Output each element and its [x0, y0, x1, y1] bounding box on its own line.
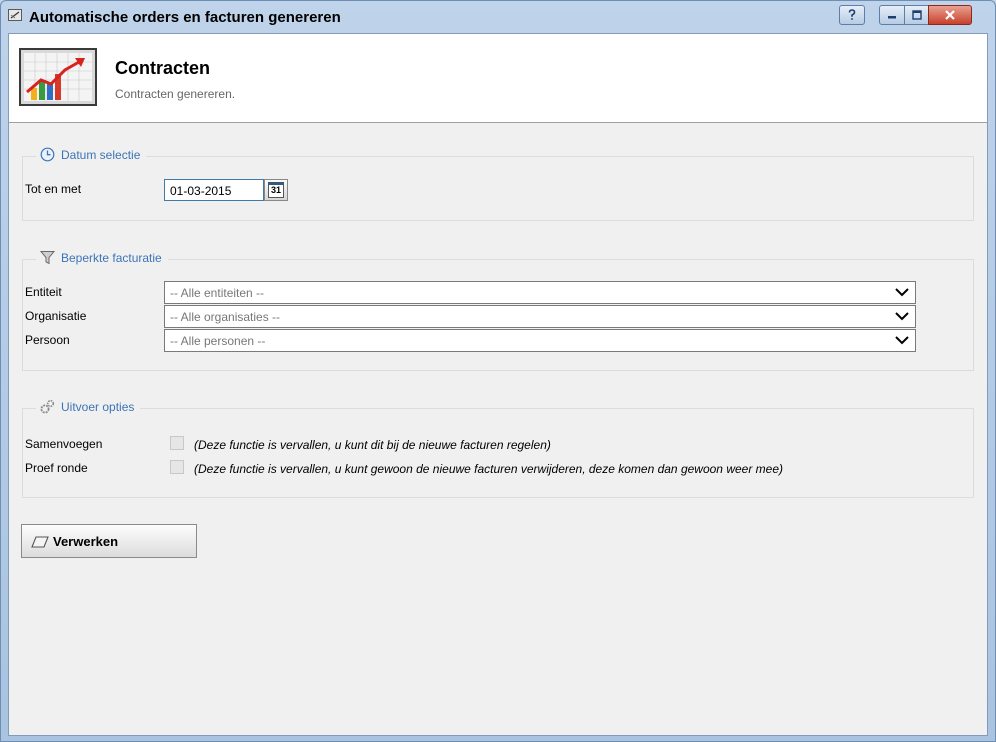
persoon-value: -- Alle personen -- [170, 334, 266, 348]
close-button[interactable] [928, 5, 972, 25]
proef-ronde-note: (Deze functie is vervallen, u kunt gewoo… [194, 462, 783, 476]
datum-selectie-legend: Datum selectie [36, 147, 147, 162]
eraser-icon [31, 536, 49, 548]
uitvoer-opties-title: Uitvoer opties [61, 399, 135, 414]
page-title: Contracten [115, 58, 211, 78]
proef-ronde-label: Proef ronde [25, 461, 88, 475]
organisatie-select[interactable]: -- Alle organisaties -- [164, 305, 916, 328]
page-subtitle: Contracten genereren. [115, 87, 236, 101]
beperkte-facturatie-title: Beperkte facturatie [61, 250, 162, 265]
datum-selectie-title: Datum selectie [61, 147, 141, 162]
beperkte-facturatie-legend: Beperkte facturatie [36, 250, 168, 265]
chevron-down-icon [895, 312, 909, 321]
minimize-icon [888, 16, 896, 19]
app-icon [8, 9, 22, 21]
maximize-button[interactable] [904, 5, 929, 25]
chart-icon [19, 48, 97, 106]
verwerken-button[interactable]: Verwerken [21, 524, 197, 558]
window-title: Automatische orders en facturen generere… [29, 9, 341, 26]
samenvoegen-note: (Deze functie is vervallen, u kunt dit b… [194, 438, 551, 452]
chevron-down-icon [895, 336, 909, 345]
page-header: Contracten Contracten genereren. [9, 34, 987, 123]
gears-icon [40, 399, 55, 414]
tot-en-met-label: Tot en met [25, 182, 82, 196]
calendar-button[interactable]: 31 [264, 179, 288, 201]
chevron-down-icon [895, 288, 909, 297]
funnel-icon [39, 250, 56, 265]
help-button[interactable] [839, 5, 865, 25]
entiteit-select[interactable]: -- Alle entiteiten -- [164, 281, 916, 304]
samenvoegen-label: Samenvoegen [25, 437, 103, 451]
organisatie-label: Organisatie [25, 309, 87, 323]
uitvoer-opties-legend: Uitvoer opties [36, 399, 141, 414]
maximize-icon [911, 10, 922, 20]
date-input[interactable]: 01-03-2015 [164, 179, 264, 201]
proef-ronde-checkbox[interactable] [170, 460, 184, 474]
uitvoer-opties-group: Uitvoer opties [22, 399, 974, 498]
clock-icon [40, 147, 55, 162]
title-bar[interactable]: Automatische orders en facturen generere… [1, 1, 995, 33]
persoon-select[interactable]: -- Alle personen -- [164, 329, 916, 352]
help-icon [848, 9, 856, 20]
close-icon [945, 10, 955, 20]
entiteit-label: Entiteit [25, 285, 62, 299]
calendar-icon: 31 [268, 182, 284, 198]
minimize-button[interactable] [879, 5, 905, 25]
verwerken-label: Verwerken [53, 534, 119, 549]
app-window: Automatische orders en facturen generere… [0, 0, 996, 742]
client-area: Contracten Contracten genereren. Datum s… [8, 33, 988, 736]
persoon-label: Persoon [25, 333, 70, 347]
organisatie-value: -- Alle organisaties -- [170, 310, 281, 324]
entiteit-value: -- Alle entiteiten -- [170, 286, 265, 300]
samenvoegen-checkbox[interactable] [170, 436, 184, 450]
